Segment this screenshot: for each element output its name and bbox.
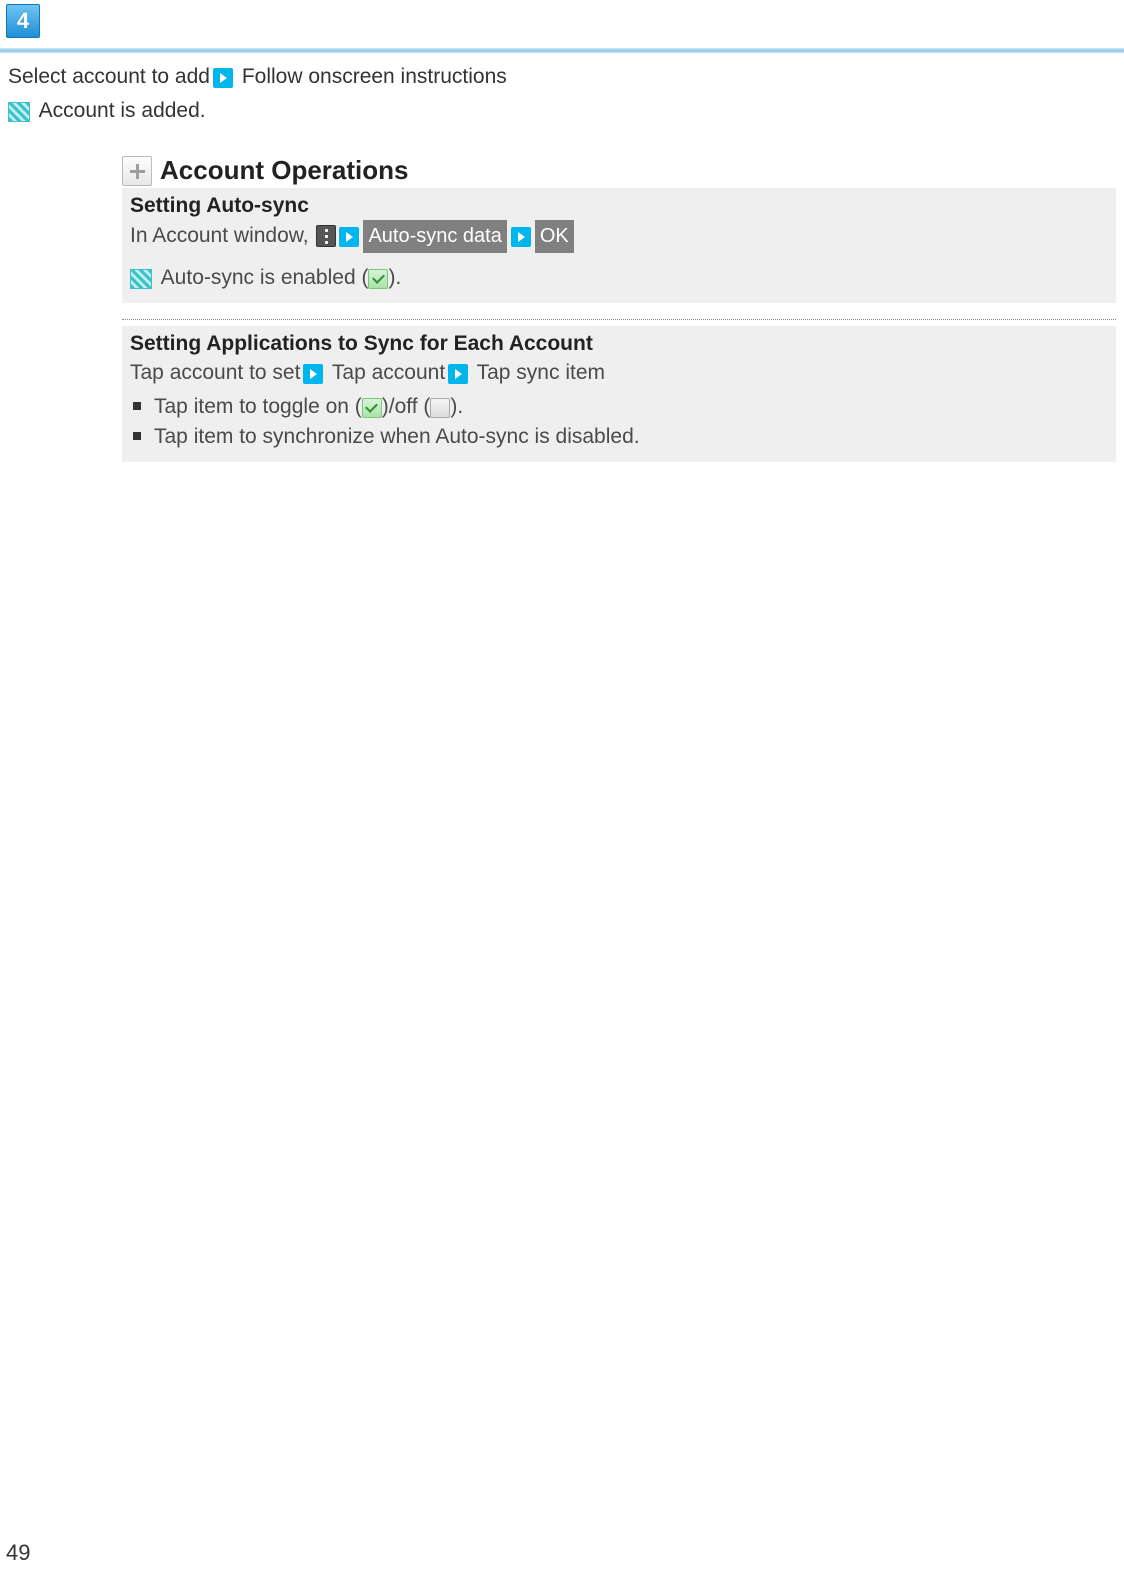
instruction-line-1: Select account to add Follow onscreen in… — [8, 63, 1116, 91]
autosync-enabled-line: Auto-sync is enabled (). — [130, 263, 1108, 293]
checkbox-off-icon — [430, 398, 450, 418]
instruction-line-2: Account is added. — [8, 97, 1116, 125]
autosync-flow: In Account window, Auto-sync data OK — [130, 220, 1108, 253]
checkbox-on-icon — [368, 269, 388, 289]
perapp-flow-2: Tap account — [326, 361, 445, 384]
perapp-panel: Setting Applications to Sync for Each Ac… — [122, 326, 1116, 462]
li2: Tap item to synchronize when Auto-sync i… — [154, 425, 640, 448]
plus-icon[interactable] — [122, 156, 152, 186]
section-header: Account Operations — [122, 155, 1116, 186]
autosync-enabled-prefix: Auto-sync is enabled ( — [156, 266, 368, 289]
dotted-divider — [122, 319, 1116, 320]
li1-b: )/off ( — [382, 395, 431, 418]
checkbox-on-icon — [362, 398, 382, 418]
top-bar: 4 — [0, 0, 1124, 38]
arrow-icon — [339, 227, 359, 247]
text-select-account: Select account to add — [8, 65, 210, 88]
section-title: Account Operations — [160, 155, 408, 186]
perapp-flow-1: Tap account to set — [130, 361, 300, 384]
arrow-icon — [511, 227, 531, 247]
text-follow-instructions: Follow onscreen instructions — [236, 65, 507, 88]
perapp-flow: Tap account to set Tap account Tap sync … — [130, 358, 1108, 388]
arrow-icon — [303, 364, 323, 384]
list-item: Tap item to synchronize when Auto-sync i… — [130, 422, 1108, 452]
perapp-flow-3: Tap sync item — [471, 361, 605, 384]
arrow-icon — [213, 68, 233, 88]
autosync-prefix: In Account window, — [130, 224, 314, 247]
autosync-enabled-suffix: ). — [388, 266, 401, 289]
autosync-panel: Setting Auto-sync In Account window, Aut… — [122, 188, 1116, 303]
arrow-icon — [448, 364, 468, 384]
note-icon — [8, 102, 30, 122]
perapp-heading: Setting Applications to Sync for Each Ac… — [130, 332, 1108, 356]
list-item: Tap item to toggle on ( )/off (). — [130, 392, 1108, 422]
autosync-data-button[interactable]: Auto-sync data — [363, 220, 506, 253]
text-account-added: Account is added. — [34, 99, 206, 122]
li1-a: Tap item to toggle on ( — [154, 395, 362, 418]
note-icon — [130, 269, 152, 289]
overflow-icon[interactable] — [316, 225, 336, 247]
li1-c: ). — [450, 395, 463, 418]
page-content: Select account to add Follow onscreen in… — [0, 53, 1124, 462]
account-operations-block: Account Operations Setting Auto-sync In … — [122, 155, 1116, 462]
step-number-badge: 4 — [6, 4, 40, 38]
page-number: 49 — [6, 1540, 30, 1566]
perapp-list: Tap item to toggle on ( )/off (). Tap ite… — [130, 392, 1108, 452]
autosync-heading: Setting Auto-sync — [130, 194, 1108, 218]
ok-button[interactable]: OK — [535, 220, 574, 253]
